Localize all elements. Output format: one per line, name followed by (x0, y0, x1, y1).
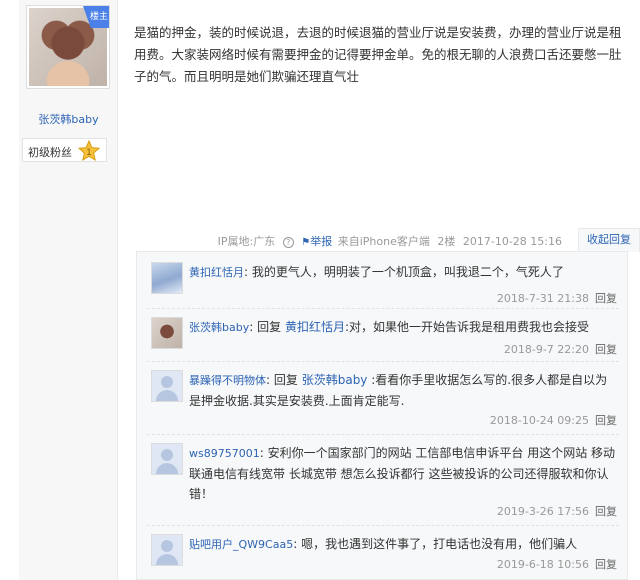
divider (147, 434, 619, 435)
anime-avatar[interactable] (151, 262, 183, 294)
report-link[interactable]: ⚑举报 (301, 235, 335, 248)
reply-username[interactable]: 贴吧用户_QW9Caa5 (189, 538, 293, 551)
level-star-icon: 1 (78, 140, 100, 162)
help-icon[interactable]: ? (282, 236, 294, 248)
shield-icon: ⚑ (301, 237, 311, 248)
post-source: 来自iPhone客户端 (337, 235, 430, 248)
reply-prefix: 回复 (257, 320, 282, 334)
reply-text: 黄扣红恬月: 我的更气人，明明装了一个机顶盒，叫我退二个，气死人了 (189, 265, 564, 279)
reply-button[interactable]: 回复 (595, 558, 617, 571)
reply-time: 2019-6-18 10:56 (496, 558, 589, 571)
reply-username[interactable]: ws89757001 (189, 447, 260, 460)
post-time: 2017-10-28 15:16 (462, 235, 562, 248)
fan-level-label: 初级粉丝 (28, 146, 72, 159)
reply-to-username[interactable]: 黄扣红恬月 (285, 320, 345, 334)
reply-username[interactable]: 张茨韩baby (189, 321, 249, 334)
reply-text: 暴躁得不明物体: 回复 张茨韩baby :看看你手里收据怎么写的.很多人都是自以… (189, 373, 608, 408)
reply-item: 贴吧用户_QW9Caa5: 嗯，我也遇到这件事了，打电话也没有用，他们骗人 20… (147, 530, 619, 576)
author-name-link[interactable]: 张茨韩baby (19, 111, 118, 127)
reply-button[interactable]: 回复 (595, 505, 617, 518)
reply-list: 黄扣红恬月: 我的更气人，明明装了一个机顶盒，叫我退二个，气死人了 2018-7… (136, 251, 628, 580)
default-avatar[interactable] (151, 534, 183, 566)
reply-button[interactable]: 回复 (595, 343, 617, 356)
collapse-reply-button[interactable]: 收起回复 (578, 228, 640, 252)
reply-item: 张茨韩baby: 回复 黄扣红恬月:对，如果他一开始告诉我是租用费我也会接受 2… (147, 313, 619, 361)
ip-location: IP属地:广东 (217, 235, 276, 248)
post-content: 是猫的押金，装的时候说退，去退的时候退猫的营业厅说是安装费，办理的营业厅说是租用… (134, 25, 622, 84)
author-avatar[interactable]: 楼主 (26, 5, 110, 89)
reply-button[interactable]: 回复 (595, 414, 617, 427)
fan-level-badge[interactable]: 初级粉丝 1 (22, 138, 107, 162)
level-number: 1 (86, 148, 92, 158)
reply-content: 嗯，我也遇到这件事了，打电话也没有用，他们骗人 (301, 537, 578, 551)
reply-time: 2018-7-31 21:38 (496, 292, 589, 305)
dog-avatar[interactable] (151, 317, 183, 349)
reply-text: 贴吧用户_QW9Caa5: 嗯，我也遇到这件事了，打电话也没有用，他们骗人 (189, 537, 578, 551)
reply-button[interactable]: 回复 (595, 292, 617, 305)
reply-text: 张茨韩baby: 回复 黄扣红恬月:对，如果他一开始告诉我是租用费我也会接受 (189, 320, 589, 334)
reply-item: ws89757001: 安利你一个国家部门的网站 工信部电信申诉平台 用这个网站… (147, 439, 619, 523)
reply-content: 我的更气人，明明装了一个机顶盒，叫我退二个，气死人了 (251, 265, 564, 279)
default-avatar[interactable] (151, 370, 183, 402)
reply-time: 2018-10-24 09:25 (489, 414, 589, 427)
reply-to-username[interactable]: 张茨韩baby (302, 373, 368, 387)
reply-username[interactable]: 黄扣红恬月 (189, 266, 244, 279)
reply-time: 2018-9-7 22:20 (503, 343, 589, 356)
reply-username[interactable]: 暴躁得不明物体 (189, 374, 266, 387)
post-tail: IP属地:广东 ? ⚑举报 来自iPhone客户端 2楼 2017-10-28 … (214, 233, 562, 249)
reply-meta: 2019-6-18 10:56 回复 (497, 556, 617, 572)
divider (147, 525, 619, 526)
reply-meta: 2018-7-31 21:38 回复 (497, 290, 617, 306)
reply-meta: 2018-9-7 22:20 回复 (504, 341, 617, 357)
reply-text: ws89757001: 安利你一个国家部门的网站 工信部电信申诉平台 用这个网站… (189, 446, 616, 501)
floor-number: 2楼 (437, 235, 456, 248)
reply-prefix: 回复 (273, 373, 298, 387)
reply-item: 黄扣红恬月: 我的更气人，明明装了一个机顶盒，叫我退二个，气死人了 2018-7… (147, 258, 619, 310)
reply-meta: 2018-10-24 09:25 回复 (490, 412, 617, 428)
reply-content: :对，如果他一开始告诉我是租用费我也会接受 (344, 320, 589, 334)
author-column: 楼主 张茨韩baby 初级粉丝 1 (19, 0, 118, 580)
reply-meta: 2019-3-26 17:56 回复 (497, 503, 617, 519)
reply-time: 2019-3-26 17:56 (496, 505, 589, 518)
divider (147, 361, 619, 362)
divider (147, 308, 619, 309)
default-avatar[interactable] (151, 443, 183, 475)
reply-item: 暴躁得不明物体: 回复 张茨韩baby :看看你手里收据怎么写的.很多人都是自以… (147, 366, 619, 432)
